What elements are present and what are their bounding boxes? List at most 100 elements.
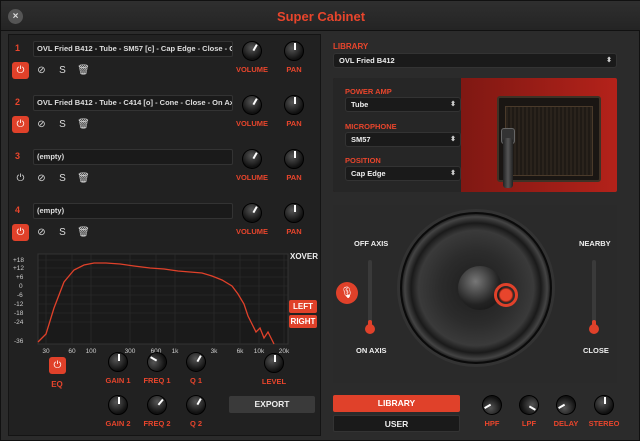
left-button[interactable]: LEFT [289, 300, 317, 313]
lpf-knob[interactable]: LPF [511, 391, 547, 437]
knob-dial[interactable] [238, 145, 266, 173]
axis-slider-thumb[interactable] [365, 324, 375, 334]
y-tick: +12 [13, 265, 24, 272]
phase-icon[interactable]: ⊘ [33, 116, 50, 133]
slot-name-field[interactable]: OVL Fried B412 - Tube - C414 [o] - Cone … [33, 95, 233, 111]
knob-dial[interactable] [284, 203, 304, 223]
gain-1-knob[interactable]: GAIN 1 [100, 350, 136, 394]
axis-slider[interactable] [365, 260, 375, 334]
trash-icon[interactable]: 🗑 [75, 116, 92, 133]
slot-number: 4 [15, 205, 21, 215]
xover-label: XOVER [290, 252, 319, 261]
graph-background [37, 253, 289, 345]
microphone-label: MICROPHONE [345, 122, 397, 131]
trash-icon[interactable]: 🗑 [75, 224, 92, 241]
y-tick: -12 [14, 301, 24, 308]
slot-name-field[interactable]: OVL Fried B412 - Tube - SM57 [c] - Cap E… [33, 41, 233, 57]
volume-knob[interactable]: VOLUME [234, 145, 270, 191]
title-bar: × Super Cabinet [1, 1, 640, 31]
volume-knob[interactable]: VOLUME [234, 91, 270, 137]
knob-dial[interactable] [108, 395, 128, 415]
power-icon[interactable]: ⏻ [12, 224, 29, 241]
gain-2-knob[interactable]: GAIN 2 [100, 393, 136, 437]
solo-button[interactable]: S [54, 116, 71, 133]
knob-dial[interactable] [594, 395, 614, 415]
knob-dial[interactable] [108, 352, 128, 372]
knob-dial[interactable] [478, 391, 506, 419]
select-arrow-icon: ⬍ [606, 57, 612, 64]
pan-knob[interactable]: PAN [276, 201, 312, 245]
slot-4: 4 (empty) ⏻ ⊘ S 🗑 VOLUME PAN [9, 199, 322, 253]
phase-icon[interactable]: ⊘ [33, 170, 50, 187]
volume-label: VOLUME [235, 119, 269, 128]
knob-dial[interactable] [264, 353, 284, 373]
knob-dial[interactable] [182, 348, 210, 376]
knob-label: LEVEL [261, 377, 287, 386]
eq-power-icon[interactable]: ⏻ [49, 357, 66, 374]
knob-dial[interactable] [142, 390, 172, 420]
phase-icon[interactable]: ⊘ [33, 224, 50, 241]
position-select[interactable]: Cap Edge ⬍ [345, 166, 461, 181]
pan-label: PAN [286, 119, 302, 128]
trash-icon[interactable]: 🗑 [75, 170, 92, 187]
hpf-knob[interactable]: HPF [474, 391, 510, 437]
knob-dial[interactable] [284, 41, 304, 61]
knob-label: Q 2 [189, 419, 203, 428]
library-label: LIBRARY [333, 42, 369, 51]
knob-dial[interactable] [284, 95, 304, 115]
microphone-icon[interactable]: 🎙 [336, 282, 358, 304]
close-label: CLOSE [583, 346, 609, 355]
distance-slider-thumb[interactable] [589, 324, 599, 334]
freq-1-knob[interactable]: FREQ 1 [139, 348, 175, 394]
knob-dial[interactable] [143, 348, 171, 376]
volume-knob[interactable]: VOLUME [234, 199, 270, 245]
q-1-knob[interactable]: Q 1 [178, 348, 214, 394]
power-amp-select[interactable]: Tube ⬍ [345, 97, 461, 112]
slot-name-field[interactable]: (empty) [33, 149, 233, 165]
phase-icon[interactable]: ⊘ [33, 62, 50, 79]
power-icon[interactable]: ⏻ [12, 62, 29, 79]
y-tick: +6 [16, 274, 24, 281]
solo-button[interactable]: S [54, 170, 71, 187]
power-icon[interactable]: ⏻ [12, 116, 29, 133]
nearby-label: NEARBY [579, 239, 611, 248]
volume-label: VOLUME [235, 173, 269, 182]
delay-knob[interactable]: DELAY [548, 391, 584, 437]
knob-dial[interactable] [238, 91, 266, 119]
y-tick: 0 [19, 283, 23, 290]
y-tick: +18 [13, 257, 24, 264]
microphone-select[interactable]: SM57 ⬍ [345, 132, 461, 147]
knob-dial[interactable] [515, 391, 543, 419]
eq-label: EQ [51, 380, 63, 389]
power-amp-label: POWER AMP [345, 87, 392, 96]
knob-dial[interactable] [238, 37, 266, 65]
level-knob[interactable]: LEVEL [256, 351, 292, 395]
volume-knob[interactable]: VOLUME [234, 37, 270, 83]
right-button[interactable]: RIGHT [289, 315, 317, 328]
y-tick: -18 [14, 310, 24, 317]
pan-knob[interactable]: PAN [276, 147, 312, 191]
pan-knob[interactable]: PAN [276, 39, 312, 83]
solo-button[interactable]: S [54, 62, 71, 79]
library-select-value: OVL Fried B412 [339, 56, 395, 65]
tab-user[interactable]: USER [333, 415, 460, 432]
export-button[interactable]: EXPORT [229, 396, 315, 413]
microphone-value: SM57 [351, 135, 371, 144]
pan-knob[interactable]: PAN [276, 93, 312, 137]
knob-dial[interactable] [552, 391, 580, 419]
trash-icon[interactable]: 🗑 [75, 62, 92, 79]
tab-library[interactable]: LIBRARY [333, 395, 460, 412]
q-2-knob[interactable]: Q 2 [178, 391, 214, 437]
distance-slider[interactable] [589, 260, 599, 334]
freq-2-knob[interactable]: FREQ 2 [139, 390, 175, 437]
library-select[interactable]: OVL Fried B412 ⬍ [333, 53, 617, 68]
solo-button[interactable]: S [54, 224, 71, 241]
knob-dial[interactable] [238, 199, 266, 227]
stereo-knob[interactable]: STEREO [586, 393, 622, 437]
slot-name-field[interactable]: (empty) [33, 203, 233, 219]
knob-dial[interactable] [182, 391, 210, 419]
knob-dial[interactable] [284, 149, 304, 169]
y-tick: -6 [17, 292, 23, 299]
power-icon[interactable]: ⏻ [12, 170, 29, 187]
mic-position-handle[interactable] [494, 283, 518, 307]
